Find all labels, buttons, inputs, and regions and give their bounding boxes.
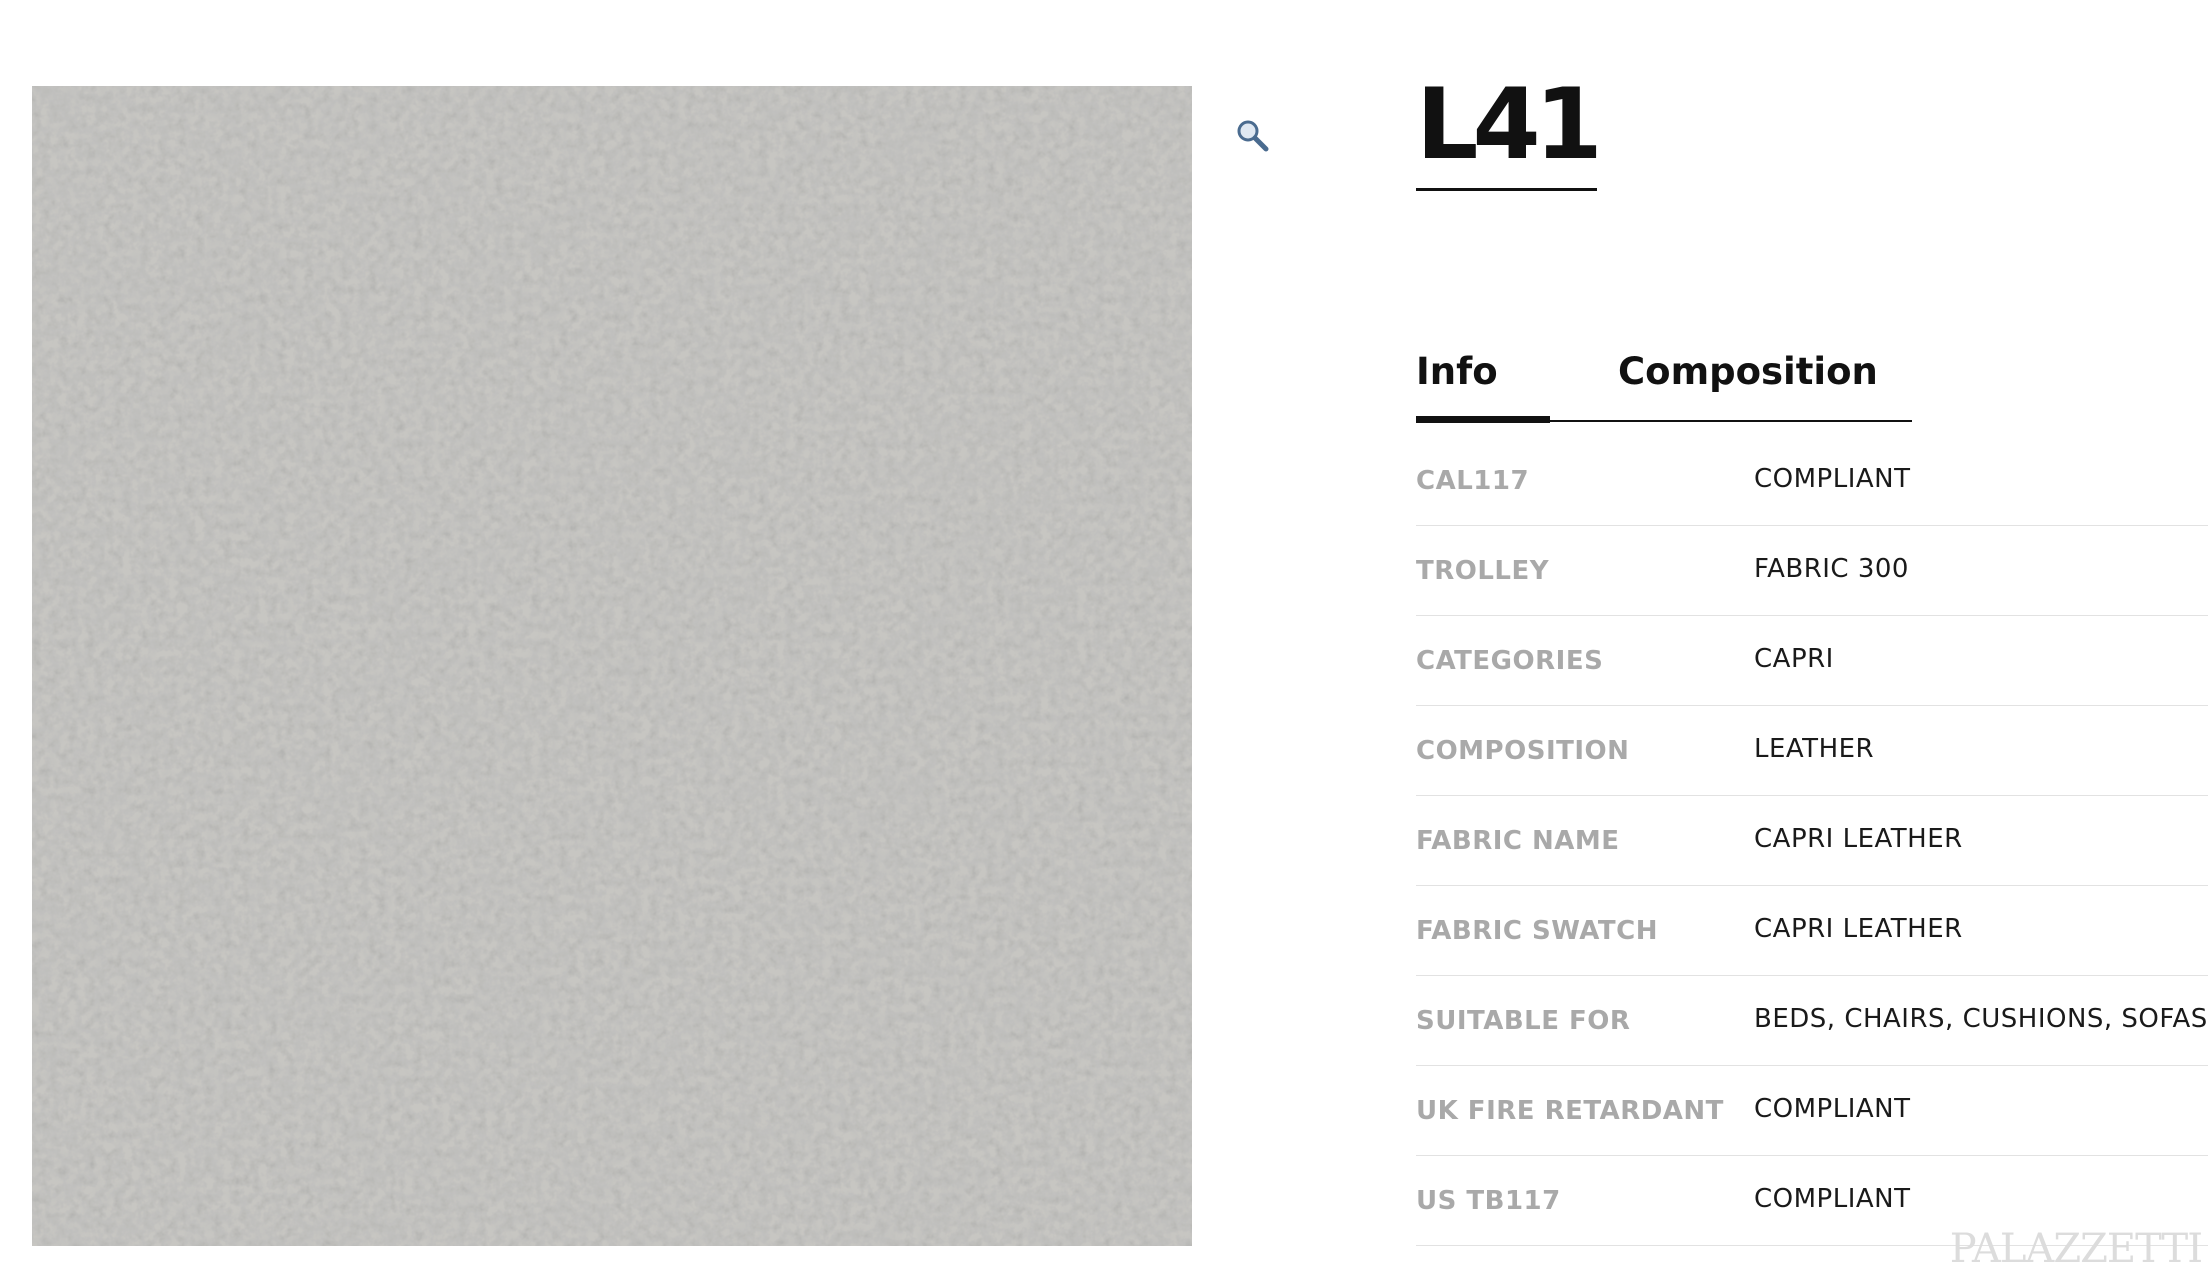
spec-label: UK FIRE RETARDANT: [1416, 1096, 1724, 1126]
spec-label: FABRIC SWATCH: [1416, 916, 1658, 946]
spec-row: UK FIRE RETARDANT COMPLIANT: [1416, 1066, 2208, 1156]
product-page: L41 Info Composition CAL117 COMPLIANT TR…: [0, 0, 2208, 1274]
spec-value: CAPRI LEATHER: [1754, 824, 1963, 854]
spec-value: COMPLIANT: [1754, 464, 1911, 494]
spec-table: CAL117 COMPLIANT TROLLEY FABRIC 300 CATE…: [1416, 436, 2208, 1246]
spec-value: COMPLIANT: [1754, 1094, 1911, 1124]
leather-texture: [32, 86, 1192, 1246]
spec-value: CAPRI: [1754, 644, 1834, 674]
spec-value: LEATHER: [1754, 734, 1875, 764]
spec-value: CAPRI LEATHER: [1754, 914, 1963, 944]
spec-row: CATEGORIES CAPRI: [1416, 616, 2208, 706]
spec-label: CATEGORIES: [1416, 646, 1604, 676]
product-swatch-image[interactable]: [32, 86, 1192, 1246]
spec-label: COMPOSITION: [1416, 736, 1630, 766]
spec-row: CAL117 COMPLIANT: [1416, 436, 2208, 526]
spec-row: SUITABLE FOR BEDS, CHAIRS, CUSHIONS, SOF…: [1416, 976, 2208, 1066]
spec-row: FABRIC SWATCH CAPRI LEATHER: [1416, 886, 2208, 976]
spec-label: SUITABLE FOR: [1416, 1006, 1631, 1036]
spec-value: COMPLIANT: [1754, 1184, 1911, 1214]
active-tab-indicator: [1416, 416, 1550, 423]
spec-label: CAL117: [1416, 466, 1530, 496]
spec-label: TROLLEY: [1416, 556, 1550, 586]
spec-row: COMPOSITION LEATHER: [1416, 706, 2208, 796]
spec-value: BEDS, CHAIRS, CUSHIONS, SOFAS: [1754, 1004, 2208, 1034]
spec-value: FABRIC 300: [1754, 554, 1909, 584]
spec-row: FABRIC NAME CAPRI LEATHER: [1416, 796, 2208, 886]
spec-row: TROLLEY FABRIC 300: [1416, 526, 2208, 616]
tab-info[interactable]: Info: [1416, 350, 1498, 393]
tab-composition[interactable]: Composition: [1618, 350, 1878, 393]
spec-label: US TB117: [1416, 1186, 1561, 1216]
product-title: L41: [1416, 76, 1603, 191]
product-tabs: Info Composition: [1416, 340, 1912, 423]
magnifier-icon[interactable]: [1235, 118, 1269, 152]
brand-watermark: PALAZZETTI: [1949, 1226, 2203, 1272]
product-title-block: L41: [1416, 76, 1603, 191]
spec-label: FABRIC NAME: [1416, 826, 1620, 856]
